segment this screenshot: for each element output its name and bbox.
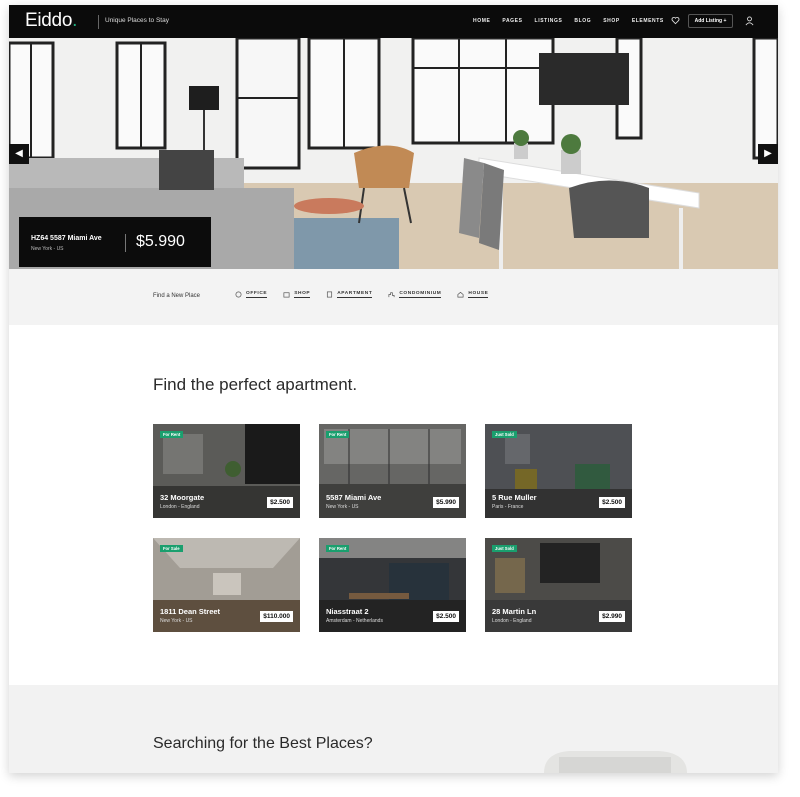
listing-card[interactable]: For Sale 1811 Dean Street New York - US … <box>153 538 300 632</box>
best-places-section: Searching for the Best Places? <box>9 685 778 773</box>
category-label: SHOP <box>294 291 311 298</box>
listings-grid: For Rent 32 Moorgate London - England $2… <box>153 424 633 632</box>
category-strip: Find a New Place OFFICE SHOP APARTMENT C… <box>9 269 778 325</box>
listing-price: $5.990 <box>433 497 459 508</box>
listing-title: 1811 Dean Street <box>160 607 221 616</box>
category-label: CONDOMINIUM <box>399 291 442 298</box>
listing-card[interactable]: Just Sold 5 Rue Muller Paris - France $2… <box>485 424 632 518</box>
user-icon[interactable] <box>745 16 754 26</box>
hero-slider: ◀ ▶ HZ64 5587 Miami Ave New York - US $5… <box>9 38 778 269</box>
listing-card[interactable]: For Rent Niasstraat 2 Amsterdam - Nether… <box>319 538 466 632</box>
listing-price: $2.500 <box>599 497 625 508</box>
add-listing-button[interactable]: Add Listing + <box>688 14 733 28</box>
category-office[interactable]: OFFICE <box>235 291 268 298</box>
menu-item-listings[interactable]: LISTINGS <box>535 18 563 24</box>
listing-card[interactable]: For Rent 5587 Miami Ave New York - US $5… <box>319 424 466 518</box>
apartment-icon <box>327 291 333 298</box>
category-label: APARTMENT <box>337 291 373 298</box>
listing-location: New York - US <box>160 618 193 624</box>
shop-icon <box>283 292 290 298</box>
logo-dot: . <box>72 10 78 31</box>
nav-divider <box>98 15 99 29</box>
hero-next-button[interactable]: ▶ <box>758 144 778 164</box>
menu-item-pages[interactable]: PAGES <box>502 18 522 24</box>
listing-location: Paris - France <box>492 504 524 510</box>
listing-badge: For Sale <box>160 545 183 552</box>
listing-badge: For Rent <box>326 431 350 438</box>
menu-item-elements[interactable]: ELEMENTS <box>632 18 664 24</box>
menu-item-shop[interactable]: SHOP <box>603 18 620 24</box>
listing-badge: Just Sold <box>492 431 517 438</box>
logo-text: Eiddo <box>25 10 73 31</box>
hero-info-card[interactable]: HZ64 5587 Miami Ave New York - US $5.990 <box>19 217 211 267</box>
listing-location: London - England <box>160 504 200 510</box>
category-shop[interactable]: SHOP <box>283 291 311 298</box>
listing-price: $2.500 <box>267 497 293 508</box>
logo[interactable]: Eiddo. <box>25 10 77 32</box>
hero-address: HZ64 5587 Miami Ave <box>31 235 102 242</box>
listing-title: 28 Martin Ln <box>492 607 537 616</box>
listing-price: $2.990 <box>599 611 625 622</box>
hero-location: New York - US <box>31 246 64 252</box>
listing-title: 5587 Miami Ave <box>326 493 382 502</box>
armchair-image <box>544 751 687 773</box>
listing-price: $110.000 <box>260 611 293 622</box>
listing-card[interactable]: For Rent 32 Moorgate London - England $2… <box>153 424 300 518</box>
listing-badge: For Rent <box>160 431 184 438</box>
best-places-title: Searching for the Best Places? <box>153 735 373 752</box>
hero-prev-button[interactable]: ◀ <box>9 144 29 164</box>
listing-badge: For Rent <box>326 545 350 552</box>
office-icon <box>235 291 242 298</box>
menu-item-home[interactable]: HOME <box>473 18 490 24</box>
section-title: Find the perfect apartment. <box>153 375 358 394</box>
condominium-icon <box>388 292 395 298</box>
tagline: Unique Places to Stay <box>105 17 169 24</box>
category-label: OFFICE <box>246 291 268 298</box>
category-label: HOUSE <box>468 291 489 298</box>
house-icon <box>457 291 464 298</box>
listing-title: 5 Rue Muller <box>492 493 537 502</box>
listing-location: London - England <box>492 618 532 624</box>
hero-price: $5.990 <box>136 233 185 250</box>
listing-badge: Just Sold <box>492 545 517 552</box>
hero-divider <box>125 234 126 252</box>
find-place-label: Find a New Place <box>153 293 201 299</box>
listing-title: Niasstraat 2 <box>326 607 369 616</box>
category-list: OFFICE SHOP APARTMENT CONDOMINIUM HOUSE <box>235 291 504 298</box>
page-frame: Eiddo. Unique Places to Stay HOME PAGES … <box>9 5 778 773</box>
listing-price: $2.500 <box>433 611 459 622</box>
listing-card[interactable]: Just Sold 28 Martin Ln London - England … <box>485 538 632 632</box>
listing-location: Amsterdam - Netherlands <box>326 618 383 624</box>
listing-location: New York - US <box>326 504 359 510</box>
heart-icon[interactable] <box>671 16 680 25</box>
top-nav: Eiddo. Unique Places to Stay HOME PAGES … <box>9 5 778 38</box>
menu-item-blog[interactable]: BLOG <box>574 18 591 24</box>
main-menu: HOME PAGES LISTINGS BLOG SHOP ELEMENTS <box>473 18 676 24</box>
category-apartment[interactable]: APARTMENT <box>326 291 373 298</box>
listing-title: 32 Moorgate <box>160 493 205 502</box>
category-condominium[interactable]: CONDOMINIUM <box>388 291 442 298</box>
category-house[interactable]: HOUSE <box>457 291 489 298</box>
